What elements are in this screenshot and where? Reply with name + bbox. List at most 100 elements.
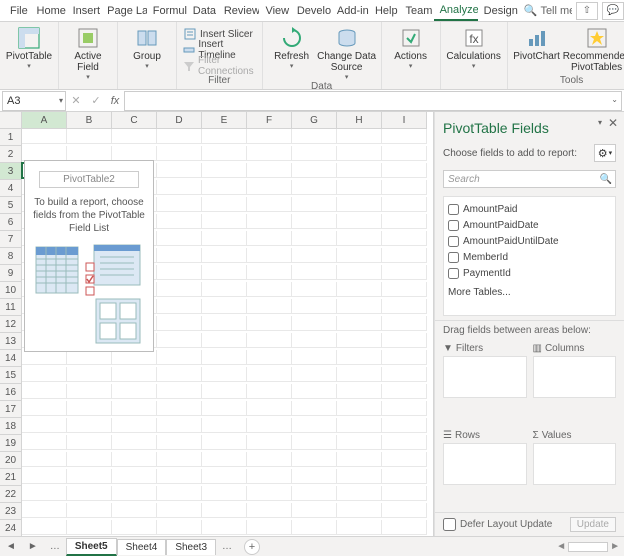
cell[interactable] (112, 384, 157, 399)
field-item[interactable]: MemberId (448, 249, 611, 265)
cell[interactable] (202, 146, 247, 161)
enter-icon[interactable]: ✓ (86, 94, 106, 107)
cell[interactable] (382, 129, 427, 144)
row-header[interactable]: 24 (0, 520, 22, 536)
tab-view[interactable]: View (259, 2, 290, 20)
column-header[interactable]: A (22, 112, 67, 129)
cell[interactable] (382, 367, 427, 382)
cell[interactable] (292, 384, 337, 399)
cell[interactable] (67, 129, 112, 144)
sheet-nav-more[interactable]: … (44, 541, 66, 552)
cell[interactable] (247, 163, 292, 178)
field-item[interactable]: AmountPaidUntilDate (448, 233, 611, 249)
cell[interactable] (382, 248, 427, 263)
cell[interactable] (112, 418, 157, 433)
cell[interactable] (112, 350, 157, 365)
cell[interactable] (22, 520, 67, 535)
row-header[interactable]: 16 (0, 384, 22, 401)
cell[interactable] (292, 367, 337, 382)
cell[interactable] (247, 197, 292, 212)
cell[interactable] (337, 418, 382, 433)
cell[interactable] (247, 350, 292, 365)
cell[interactable] (337, 282, 382, 297)
cell[interactable] (157, 299, 202, 314)
cell[interactable] (382, 486, 427, 501)
cell[interactable] (382, 231, 427, 246)
cell[interactable] (337, 299, 382, 314)
cell[interactable] (67, 520, 112, 535)
tab-pagelayout[interactable]: Page La (101, 2, 147, 20)
field-checkbox[interactable] (448, 268, 459, 279)
add-sheet-button[interactable]: + (244, 539, 260, 555)
cell[interactable] (202, 486, 247, 501)
cell[interactable] (202, 282, 247, 297)
cell[interactable] (157, 265, 202, 280)
cell[interactable] (337, 435, 382, 450)
cell[interactable] (157, 384, 202, 399)
more-tables-link[interactable]: More Tables... (448, 287, 611, 298)
change-data-source-button[interactable]: Change Data Source▾ (317, 24, 377, 81)
sheet-tab[interactable]: Sheet5 (66, 538, 117, 556)
cell[interactable] (157, 180, 202, 195)
cell[interactable] (292, 469, 337, 484)
row-header[interactable]: 5 (0, 197, 22, 214)
cell[interactable] (67, 486, 112, 501)
field-checkbox[interactable] (448, 236, 459, 247)
cell[interactable] (247, 180, 292, 195)
cell[interactable] (67, 418, 112, 433)
cell[interactable] (112, 367, 157, 382)
cell[interactable] (202, 333, 247, 348)
cell[interactable] (247, 520, 292, 535)
cell[interactable] (112, 146, 157, 161)
row-header[interactable]: 15 (0, 367, 22, 384)
cell[interactable] (157, 214, 202, 229)
tell-me[interactable]: 🔍 Tell me (518, 1, 572, 20)
cell[interactable] (382, 316, 427, 331)
update-button[interactable]: Update (570, 517, 616, 532)
tab-analyze[interactable]: Analyze (434, 1, 478, 21)
cell[interactable] (292, 401, 337, 416)
row-header[interactable]: 2 (0, 146, 22, 163)
row-header[interactable]: 3 (0, 163, 22, 180)
cell[interactable] (292, 163, 337, 178)
cell[interactable] (22, 146, 67, 161)
sheet-nav-more2[interactable]: … (216, 541, 238, 552)
field-item[interactable]: AmountPaidDate (448, 217, 611, 233)
comments-button[interactable]: 💬 (602, 2, 624, 20)
cell[interactable] (112, 452, 157, 467)
cell[interactable] (292, 248, 337, 263)
row-header[interactable]: 18 (0, 418, 22, 435)
cell[interactable] (382, 214, 427, 229)
pivottable-button[interactable]: PivotTable▾ (4, 24, 54, 70)
cell[interactable] (22, 469, 67, 484)
column-header[interactable]: C (112, 112, 157, 129)
tab-data[interactable]: Data (187, 2, 218, 20)
cell[interactable] (247, 146, 292, 161)
close-icon[interactable]: ✕ (608, 116, 618, 130)
cell[interactable] (67, 384, 112, 399)
cell[interactable] (247, 401, 292, 416)
cell[interactable] (112, 486, 157, 501)
cell[interactable] (202, 163, 247, 178)
cell[interactable] (202, 316, 247, 331)
columns-area[interactable]: ▥Columns (533, 340, 617, 421)
cell[interactable] (22, 452, 67, 467)
cell[interactable] (382, 299, 427, 314)
column-header[interactable]: E (202, 112, 247, 129)
cell[interactable] (382, 146, 427, 161)
cell[interactable] (337, 401, 382, 416)
sheet-tab[interactable]: Sheet4 (117, 539, 167, 555)
column-header[interactable]: F (247, 112, 292, 129)
cell[interactable] (337, 503, 382, 518)
cell[interactable] (382, 435, 427, 450)
formula-input[interactable]: ⌄ (124, 91, 622, 111)
cell[interactable] (22, 367, 67, 382)
cell[interactable] (157, 316, 202, 331)
cell[interactable] (202, 197, 247, 212)
cell[interactable] (292, 299, 337, 314)
field-search-input[interactable]: Search 🔍 (443, 170, 616, 188)
sheet-tab[interactable]: Sheet3 (166, 539, 216, 555)
calculations-button[interactable]: fx Calculations▾ (445, 24, 503, 70)
cell[interactable] (247, 367, 292, 382)
tab-formulas[interactable]: Formul (147, 2, 187, 20)
